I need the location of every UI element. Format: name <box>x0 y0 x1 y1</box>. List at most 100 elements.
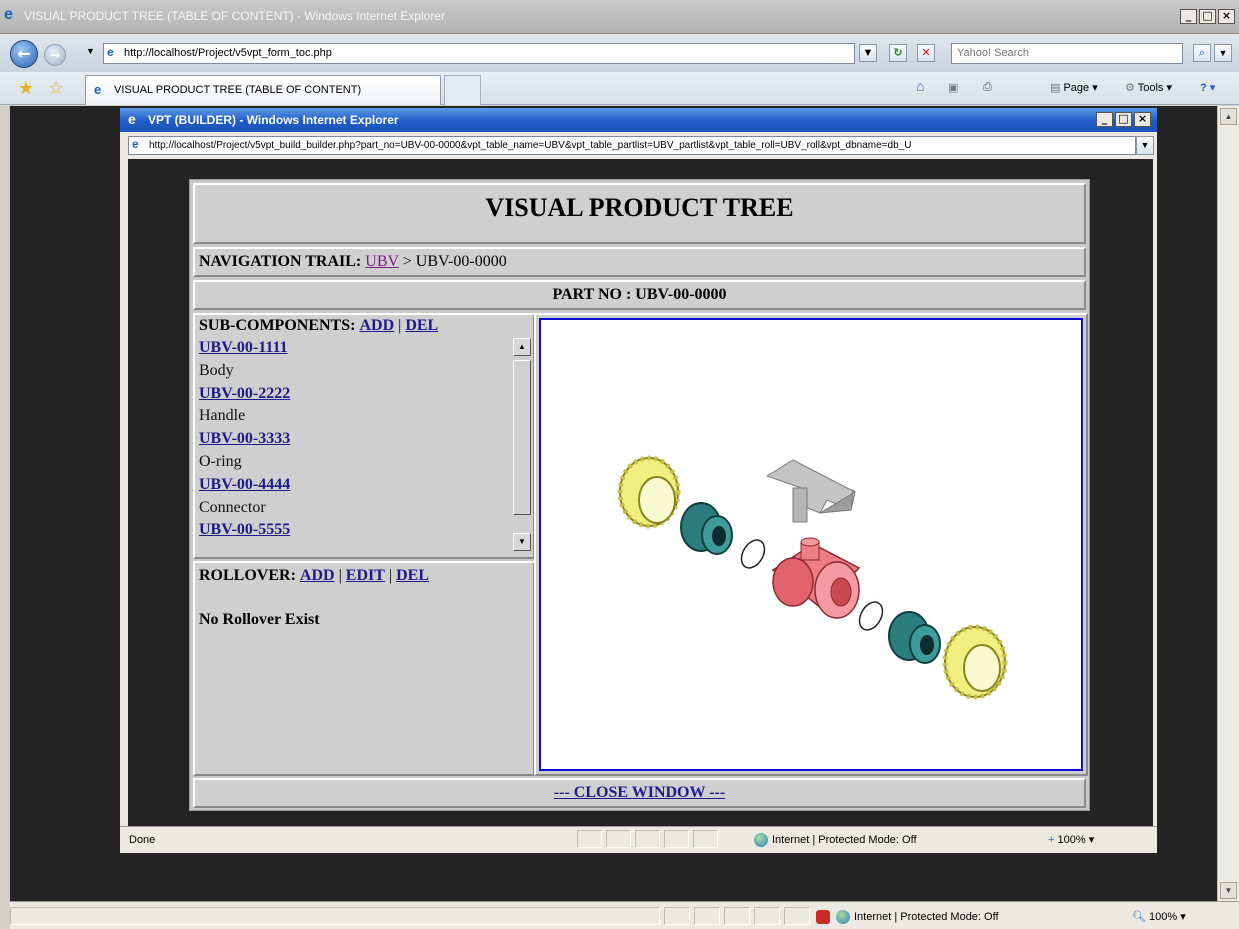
print-icon[interactable]: ⎙ <box>983 81 992 94</box>
part-no-cell: PART NO : UBV-00-0000 <box>193 280 1086 310</box>
nav-trail-current: > UBV-00-0000 <box>402 253 507 270</box>
nav-trail-label: NAVIGATION TRAIL: <box>199 253 362 270</box>
ie-icon: e <box>107 45 114 59</box>
zoom-icon: + <box>1048 834 1055 846</box>
minimize-icon[interactable]: _ <box>1180 9 1197 24</box>
maximize-icon[interactable]: □ <box>1115 112 1132 127</box>
ie-icon: e <box>94 82 102 97</box>
subcomponents-header: SUB-COMPONENTS: ADD | DEL <box>199 317 438 335</box>
subcomponent-name: Connector <box>199 498 266 516</box>
left-sleeve-part[interactable] <box>680 502 733 555</box>
status-cell <box>10 907 660 925</box>
popup-status-zone[interactable]: Internet | Protected Mode: Off <box>754 833 917 847</box>
rollover-del-link[interactable]: DEL <box>396 567 429 584</box>
tools-menu[interactable]: ⚙ Tools ▾ <box>1125 81 1172 94</box>
stop-icon[interactable]: ✕ <box>917 44 935 62</box>
status-cell <box>694 907 720 925</box>
separator: | <box>388 567 393 584</box>
left-oring-part[interactable] <box>737 536 769 572</box>
subcomponents-label: SUB-COMPONENTS: <box>199 317 356 334</box>
home-icon[interactable]: ⌂ <box>916 78 924 94</box>
left-nut-part[interactable] <box>617 455 681 529</box>
popup-zoom[interactable]: + 100% ▾ <box>1048 833 1094 846</box>
nav-trail-link-ubv[interactable]: UBV <box>365 253 399 270</box>
subcomponent-code-2222[interactable]: UBV-00-2222 <box>199 383 533 406</box>
rollover-edit-link[interactable]: EDIT <box>346 567 385 584</box>
search-icon[interactable]: ⌕ <box>1193 44 1211 62</box>
subcomponent-code-3333[interactable]: UBV-00-3333 <box>199 428 533 451</box>
outer-status-bar: Internet | Protected Mode: Off 🔍︎ 100% ▾ <box>10 901 1239 929</box>
zone-text: Internet | Protected Mode: Off <box>854 910 999 923</box>
back-icon[interactable]: ← <box>10 40 38 68</box>
status-cell <box>754 907 780 925</box>
feeds-icon[interactable]: ▣ <box>948 81 958 94</box>
forward-icon[interactable]: → <box>44 44 66 66</box>
popup-address-dropdown-icon[interactable]: ▼ <box>1136 136 1154 155</box>
subcomponent-code-4444[interactable]: UBV-00-4444 <box>199 474 533 497</box>
exploded-valve-image[interactable] <box>541 320 1081 769</box>
globe-icon <box>754 833 768 847</box>
favorites-icon[interactable]: ★ <box>18 78 34 99</box>
scroll-up-icon[interactable]: ▲ <box>1220 108 1237 125</box>
tab-bar: ★ ☆ e VISUAL PRODUCT TREE (TABLE OF CONT… <box>0 72 1239 105</box>
refresh-icon[interactable]: ↻ <box>889 44 907 62</box>
outer-scrollbar[interactable]: ▲ ▼ <box>1217 106 1239 901</box>
zoom-text: 100% <box>1057 834 1086 846</box>
scroll-down-icon[interactable]: ▼ <box>1220 882 1237 899</box>
scroll-up-icon[interactable]: ▲ <box>513 338 531 356</box>
close-icon[interactable]: × <box>1134 112 1151 127</box>
tab-visual-product-tree[interactable]: e VISUAL PRODUCT TREE (TABLE OF CONTENT) <box>85 75 441 105</box>
minimize-icon[interactable]: _ <box>1096 112 1113 127</box>
outer-status-zone[interactable]: Internet | Protected Mode: Off <box>836 910 999 924</box>
status-cell <box>577 830 602 848</box>
breadcrumb: NAVIGATION TRAIL: UBV > UBV-00-0000 <box>199 253 507 271</box>
outer-zoom[interactable]: 🔍︎ 100% ▾ <box>1132 910 1186 923</box>
ie-icon: e <box>4 6 13 23</box>
rollover-cell: ROLLOVER: ADD | EDIT | DEL No Rollover E… <box>193 561 535 776</box>
zoom-text: 100% <box>1149 911 1178 923</box>
scroll-down-icon[interactable]: ▼ <box>513 533 531 551</box>
popup-window-controls: _ □ × <box>1096 112 1151 127</box>
popup-title-bar: e VPT (BUILDER) - Windows Internet Explo… <box>120 108 1157 132</box>
page-menu[interactable]: ▤ Page ▾ <box>1050 81 1098 94</box>
address-text: http://localhost/Project/v5vpt_form_toc.… <box>124 47 332 59</box>
right-nut-part[interactable] <box>942 624 1008 700</box>
subcomponents-list[interactable]: UBV-00-1111 Body UBV-00-2222 Handle UBV-… <box>199 337 533 559</box>
address-bar[interactable]: e http://localhost/Project/v5vpt_form_to… <box>103 43 855 64</box>
subcomponent-name: Body <box>199 361 234 379</box>
status-cell <box>635 830 660 848</box>
rollover-add-link[interactable]: ADD <box>300 567 335 584</box>
scroll-thumb[interactable] <box>513 360 531 515</box>
heading-cell: VISUAL PRODUCT TREE <box>193 183 1086 244</box>
popup-address-bar[interactable]: e http://localhost/Project/v5vpt_build_b… <box>128 136 1136 155</box>
navigation-bar: ← → ▼ e http://localhost/Project/v5vpt_f… <box>0 34 1239 72</box>
outer-window-controls: _ □ × <box>1180 9 1235 24</box>
blocked-icon[interactable] <box>816 910 830 924</box>
body-part[interactable] <box>771 537 861 619</box>
tools-icon: ⚙ <box>1125 82 1135 94</box>
subcomponents-add-link[interactable]: ADD <box>359 317 394 334</box>
subcomponents-scrollbar[interactable]: ▲ ▼ <box>513 338 533 551</box>
help-icon[interactable]: ? ▾ <box>1200 81 1215 94</box>
ie-icon: e <box>132 137 139 151</box>
address-dropdown-icon[interactable]: ▼ <box>859 44 877 62</box>
tab-title: VISUAL PRODUCT TREE (TABLE OF CONTENT) <box>114 84 362 96</box>
subcomponents-del-link[interactable]: DEL <box>405 317 438 334</box>
rollover-label: ROLLOVER: <box>199 567 296 584</box>
vpt-table: VISUAL PRODUCT TREE NAVIGATION TRAIL: UB… <box>189 179 1090 811</box>
maximize-icon[interactable]: □ <box>1199 9 1216 24</box>
search-options-icon[interactable]: ▼ <box>1214 44 1232 62</box>
right-oring-part[interactable] <box>855 598 887 634</box>
page-menu-label: Page <box>1063 82 1090 94</box>
close-icon[interactable]: × <box>1218 9 1235 24</box>
right-sleeve-part[interactable] <box>888 611 941 664</box>
subcomponent-code-5555[interactable]: UBV-00-5555 <box>199 519 533 542</box>
search-input[interactable]: Yahoo! Search <box>951 43 1183 64</box>
page-title: VISUAL PRODUCT TREE <box>485 193 794 222</box>
subcomponent-code-1111[interactable]: UBV-00-1111 <box>199 337 533 360</box>
add-favorites-icon[interactable]: ☆ <box>48 78 64 99</box>
recent-pages-dropdown-icon[interactable]: ▼ <box>86 46 95 56</box>
close-window-link[interactable]: --- CLOSE WINDOW --- <box>554 784 725 801</box>
handle-part[interactable] <box>765 459 856 523</box>
new-tab-button[interactable] <box>444 75 481 105</box>
